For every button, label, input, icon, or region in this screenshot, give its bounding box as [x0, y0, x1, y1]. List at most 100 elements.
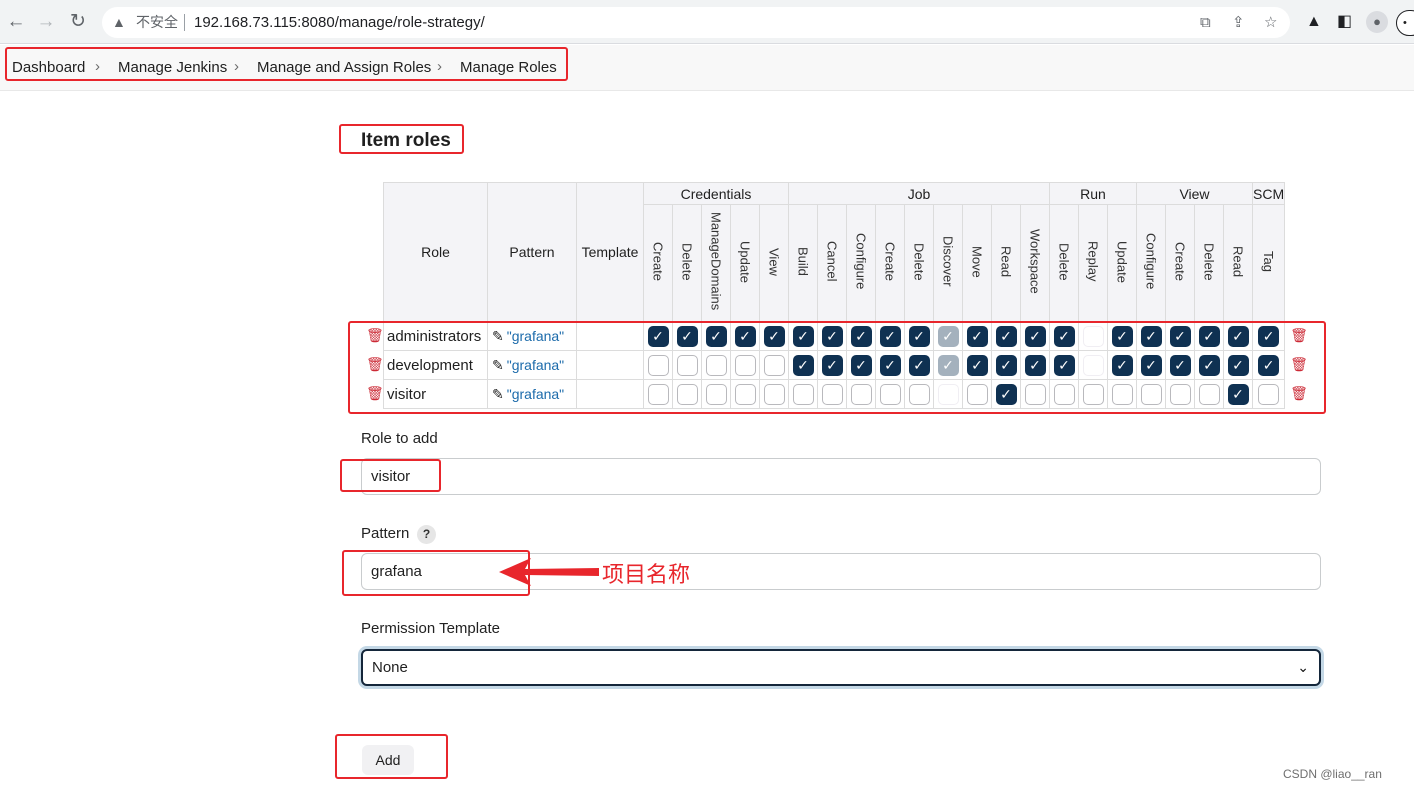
permission-checkbox-checked[interactable]: ✓ — [1024, 354, 1046, 376]
permission-checkbox-checked[interactable]: ✓ — [676, 325, 698, 347]
permission-checkbox-checked[interactable]: ✓ — [1258, 354, 1280, 376]
permission-checkbox-checked[interactable]: ✓ — [995, 325, 1017, 347]
breadcrumb-manage-roles[interactable]: Manage Roles — [460, 59, 557, 76]
permission-checkbox-checked[interactable]: ✓ — [1053, 325, 1075, 347]
permission-checkbox-checked[interactable]: ✓ — [763, 325, 785, 347]
profile-avatar-icon[interactable]: ● — [1366, 11, 1388, 33]
side-panel-icon[interactable]: ◧ — [1337, 11, 1352, 33]
permission-checkbox-checked[interactable]: ✓ — [908, 325, 930, 347]
permission-checkbox-checked[interactable]: ✓ — [1111, 325, 1133, 347]
add-role-button[interactable]: Add — [362, 745, 414, 775]
permission-checkbox-unchecked[interactable] — [908, 383, 930, 405]
permission-checkbox-checked[interactable]: ✓ — [966, 354, 988, 376]
permission-checkbox-unchecked[interactable] — [1258, 383, 1280, 405]
pencil-edit-icon[interactable]: ✎ — [492, 386, 504, 402]
permission-checkbox-unchecked[interactable] — [1140, 383, 1162, 405]
permission-checkbox-unchecked[interactable] — [647, 354, 669, 376]
permission-checkbox-checked[interactable]: ✓ — [879, 354, 901, 376]
delete-role-trash-icon[interactable]: 🗑 — [366, 385, 384, 402]
permission-template-select[interactable]: None ⌄ — [361, 649, 1321, 686]
permission-checkbox-unchecked[interactable] — [821, 383, 843, 405]
browser-menu-button[interactable]: • — [1396, 10, 1414, 36]
role-pattern-text[interactable]: "grafana" — [507, 328, 564, 344]
help-question-icon[interactable]: ? — [417, 525, 436, 544]
role-pattern-cell[interactable]: ✎ "grafana" — [487, 321, 577, 351]
permission-checkbox-checked[interactable]: ✓ — [1024, 325, 1046, 347]
delete-role-trash-icon[interactable]: 🗑 — [1290, 327, 1308, 344]
permission-checkbox-checked[interactable]: ✓ — [966, 325, 988, 347]
permission-checkbox-unchecked[interactable] — [705, 383, 727, 405]
permission-checkbox-checked[interactable]: ✓ — [647, 325, 669, 347]
permission-checkbox-unchecked[interactable] — [966, 383, 988, 405]
role-pattern-cell[interactable]: ✎ "grafana" — [487, 379, 577, 409]
bookmark-star-icon[interactable]: ☆ — [1264, 7, 1277, 38]
permission-cell — [933, 379, 963, 409]
permission-checkbox-checked[interactable]: ✓ — [821, 354, 843, 376]
role-pattern-text[interactable]: "grafana" — [507, 357, 564, 373]
permission-checkbox-checked[interactable]: ✓ — [1111, 354, 1133, 376]
pencil-edit-icon[interactable]: ✎ — [492, 357, 504, 373]
permission-checkbox-checked[interactable]: ✓ — [705, 325, 727, 347]
delete-role-trash-icon[interactable]: 🗑 — [366, 327, 384, 344]
permission-checkbox-checked[interactable]: ✓ — [850, 325, 872, 347]
reload-icon[interactable]: ↻ — [66, 10, 90, 34]
permission-checkbox-checked[interactable]: ✓ — [995, 383, 1017, 405]
share-icon[interactable]: ⇪ — [1232, 7, 1245, 38]
breadcrumb-manage-assign-roles[interactable]: Manage and Assign Roles — [257, 59, 431, 76]
address-bar[interactable]: ▲ 不安全 192.168.73.115:8080/manage/role-st… — [102, 7, 1290, 38]
permission-checkbox-checked[interactable]: ✓ — [734, 325, 756, 347]
permission-checkbox-unchecked[interactable] — [705, 354, 727, 376]
permission-checkbox-unchecked[interactable] — [763, 383, 785, 405]
permission-name: Delete — [911, 242, 927, 281]
permission-checkbox-unchecked[interactable] — [763, 354, 785, 376]
permission-checkbox-checked[interactable]: ✓ — [1258, 325, 1280, 347]
permission-checkbox-checked[interactable]: ✓ — [1053, 354, 1075, 376]
permission-checkbox-unchecked[interactable] — [676, 354, 698, 376]
back-arrow-icon[interactable]: ← — [4, 10, 28, 34]
permission-checkbox-unchecked[interactable] — [1198, 383, 1220, 405]
permission-checkbox-unchecked[interactable] — [734, 383, 756, 405]
pencil-edit-icon[interactable]: ✎ — [492, 328, 504, 344]
permission-checkbox-checked[interactable]: ✓ — [1169, 354, 1191, 376]
permission-checkbox-checked[interactable]: ✓ — [995, 354, 1017, 376]
permission-checkbox-checked[interactable]: ✓ — [1169, 325, 1191, 347]
permission-checkbox-checked[interactable]: ✓ — [1227, 354, 1249, 376]
permission-checkbox-checked[interactable]: ✓ — [792, 325, 814, 347]
permission-checkbox-unchecked[interactable] — [1169, 383, 1191, 405]
permission-checkbox-checked[interactable]: ✓ — [850, 354, 872, 376]
permission-checkbox-checked[interactable]: ✓ — [1198, 354, 1220, 376]
permission-checkbox-checked[interactable]: ✓ — [792, 354, 814, 376]
breadcrumb-dashboard[interactable]: Dashboard — [12, 59, 85, 76]
permission-checkbox-checked[interactable]: ✓ — [908, 354, 930, 376]
role-pattern-text[interactable]: "grafana" — [507, 386, 564, 402]
delete-role-trash-icon[interactable]: 🗑 — [366, 356, 384, 373]
delete-role-trash-icon[interactable]: 🗑 — [1290, 356, 1308, 373]
permission-checkbox-unchecked[interactable] — [1024, 383, 1046, 405]
forward-arrow-icon[interactable]: → — [34, 10, 58, 34]
role-row: development ✎ "grafana" ✓ ✓ ✓ ✓ ✓ ✓ ✓ ✓ ✓ ✓ ✓ ✓ ✓ ✓ ✓ ✓ — [383, 350, 1286, 380]
translate-icon[interactable]: ⧉ — [1200, 7, 1211, 38]
permission-checkbox-checked[interactable]: ✓ — [1227, 383, 1249, 405]
breadcrumb-manage-jenkins[interactable]: Manage Jenkins — [118, 59, 227, 76]
permission-checkbox-unchecked[interactable] — [850, 383, 872, 405]
permission-checkbox-unchecked[interactable] — [1111, 383, 1133, 405]
permission-checkbox-unchecked[interactable] — [647, 383, 669, 405]
url-text[interactable]: 192.168.73.115:8080/manage/role-strategy… — [194, 7, 485, 38]
permission-checkbox-unchecked[interactable] — [879, 383, 901, 405]
permission-checkbox-checked[interactable]: ✓ — [879, 325, 901, 347]
permission-checkbox-unchecked[interactable] — [1082, 383, 1104, 405]
permission-checkbox-unchecked[interactable] — [1053, 383, 1075, 405]
permission-checkbox-checked[interactable]: ✓ — [1198, 325, 1220, 347]
permission-checkbox-checked[interactable]: ✓ — [821, 325, 843, 347]
role-name: visitor — [383, 379, 488, 409]
permission-checkbox-unchecked[interactable] — [792, 383, 814, 405]
permission-checkbox-checked[interactable]: ✓ — [1140, 354, 1162, 376]
extensions-icon[interactable]: ▲ — [1306, 11, 1322, 33]
role-pattern-cell[interactable]: ✎ "grafana" — [487, 350, 577, 380]
delete-role-trash-icon[interactable]: 🗑 — [1290, 385, 1308, 402]
permission-checkbox-checked[interactable]: ✓ — [1140, 325, 1162, 347]
role-to-add-input[interactable] — [361, 458, 1321, 495]
permission-checkbox-checked[interactable]: ✓ — [1227, 325, 1249, 347]
permission-checkbox-unchecked[interactable] — [734, 354, 756, 376]
permission-checkbox-unchecked[interactable] — [676, 383, 698, 405]
